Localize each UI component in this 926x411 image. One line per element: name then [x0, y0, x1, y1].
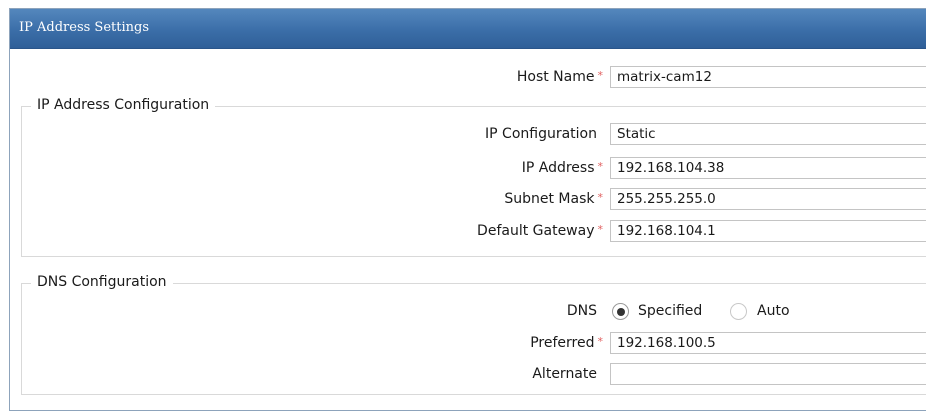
host-name-label-text: Host Name [516, 69, 595, 85]
default-gateway-label-text: Default Gateway [477, 223, 595, 239]
preferred-dns-row: Preferred * [300, 332, 603, 354]
dns-auto-label[interactable]: Auto [757, 300, 790, 322]
preferred-dns-label: Preferred * [530, 332, 603, 354]
ip-address-row: IP Address * [300, 157, 603, 179]
alternate-dns-input[interactable] [610, 363, 926, 385]
dns-label: DNS [566, 303, 597, 319]
host-name-row: Host Name * [300, 66, 603, 88]
required-asterisk: * [597, 191, 604, 204]
preferred-dns-label-text: Preferred [530, 335, 595, 351]
alternate-dns-row: Alternate [300, 363, 603, 385]
dns-specified-label[interactable]: Specified [638, 300, 702, 322]
ip-address-label: IP Address * [522, 157, 603, 179]
dns-config-legend: DNS Configuration [31, 274, 173, 290]
host-name-input[interactable]: matrix-cam12 [610, 66, 926, 88]
dns-row: DNS [300, 300, 603, 322]
default-gateway-label: Default Gateway * [477, 220, 603, 242]
required-asterisk: * [597, 69, 604, 82]
default-gateway-input[interactable]: 192.168.104.1 [610, 220, 926, 242]
required-asterisk: * [597, 335, 604, 348]
host-name-label: Host Name * [517, 66, 603, 88]
default-gateway-row: Default Gateway * [300, 220, 603, 242]
ip-config-legend: IP Address Configuration [31, 97, 216, 113]
panel-title: IP Address Settings [19, 20, 149, 35]
ip-configuration-row: IP Configuration [300, 123, 603, 145]
ip-address-label-text: IP Address [521, 160, 595, 176]
required-asterisk: * [597, 223, 604, 236]
subnet-mask-input[interactable]: 255.255.255.0 [610, 188, 926, 210]
dns-specified-radio[interactable] [612, 303, 629, 320]
alternate-dns-label: Alternate [532, 366, 597, 382]
dns-auto-radio[interactable] [730, 303, 747, 320]
required-asterisk: * [597, 160, 604, 173]
ip-configuration-label: IP Configuration [485, 126, 597, 142]
subnet-mask-label-text: Subnet Mask [504, 191, 595, 207]
subnet-mask-row: Subnet Mask * [300, 188, 603, 210]
panel-title-bar: IP Address Settings [10, 9, 926, 49]
preferred-dns-input[interactable]: 192.168.100.5 [610, 332, 926, 354]
ip-address-input[interactable]: 192.168.104.38 [610, 157, 926, 179]
ip-configuration-select[interactable]: Static [610, 123, 926, 145]
subnet-mask-label: Subnet Mask * [504, 188, 603, 210]
